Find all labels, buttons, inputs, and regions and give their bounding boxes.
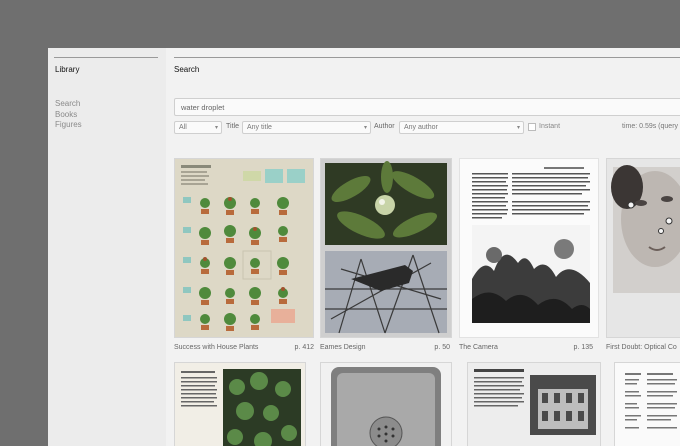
- title-select-value: Any title: [247, 124, 272, 131]
- sidebar-item-figures[interactable]: Figures: [55, 120, 82, 131]
- result-title[interactable]: The Camera: [459, 344, 498, 351]
- app-window: Library Search Books Figures Search All …: [48, 48, 680, 446]
- result-thumbnail[interactable]: [459, 158, 599, 338]
- main-panel: Search All ▾ Title Any title ▾ Author An…: [166, 48, 680, 446]
- result-thumbnail[interactable]: [320, 362, 452, 446]
- title-select[interactable]: Any title ▾: [242, 121, 371, 134]
- title-filter-label: Title: [226, 123, 239, 130]
- droplet-structure-image: [321, 159, 451, 337]
- chevron-down-icon: ▾: [516, 125, 520, 131]
- result-thumbnail[interactable]: [614, 362, 680, 446]
- result-card[interactable]: Eames Design p. 50: [320, 158, 460, 358]
- result-card[interactable]: [174, 362, 314, 446]
- chevron-down-icon: ▾: [214, 125, 218, 131]
- sidebar-nav: Search Books Figures: [55, 99, 82, 131]
- sidebar-item-search[interactable]: Search: [55, 99, 82, 110]
- type-select-value: All: [179, 124, 187, 131]
- search-input[interactable]: [174, 98, 680, 116]
- query-timing: time: 0.59s (query: [622, 123, 679, 130]
- camera-page-image: [460, 159, 598, 337]
- sidebar-divider: [54, 57, 158, 58]
- result-thumbnail[interactable]: [174, 362, 306, 446]
- type-select[interactable]: All ▾: [174, 121, 222, 134]
- result-page: p. 50: [434, 344, 450, 351]
- filter-bar: All ▾ Title Any title ▾ Author Any autho…: [174, 121, 680, 134]
- sidebar: Library Search Books Figures: [48, 48, 166, 446]
- page-title: Search: [174, 65, 200, 74]
- result-thumbnail[interactable]: [606, 158, 680, 338]
- main-divider: [174, 57, 680, 58]
- chevron-down-icon: ▾: [363, 125, 367, 131]
- result-thumbnail[interactable]: [467, 362, 601, 446]
- instant-label: Instant: [539, 123, 561, 130]
- result-page: p. 135: [573, 344, 593, 351]
- text-page-image: [615, 363, 680, 446]
- result-card[interactable]: [614, 362, 680, 446]
- architecture-page-image: [468, 363, 600, 446]
- leaf-page-image: [175, 363, 305, 446]
- results-grid: Success with House Plants p. 412 Eames D…: [174, 158, 680, 446]
- face-image: [607, 159, 680, 337]
- result-thumbnail[interactable]: [320, 158, 452, 338]
- result-thumbnail[interactable]: [174, 158, 314, 338]
- drain-image: [321, 363, 451, 446]
- author-select-value: Any author: [404, 124, 438, 131]
- result-title[interactable]: Eames Design: [320, 344, 366, 351]
- result-card[interactable]: The Camera p. 135: [459, 158, 599, 358]
- result-title[interactable]: Success with House Plants: [174, 344, 258, 351]
- author-select[interactable]: Any author ▾: [399, 121, 524, 134]
- sidebar-title: Library: [55, 65, 80, 74]
- result-page: p. 412: [294, 344, 314, 351]
- result-title[interactable]: First Doubt: Optical Co: [606, 344, 677, 351]
- result-card[interactable]: Success with House Plants p. 412: [174, 158, 314, 358]
- result-card[interactable]: [467, 362, 607, 446]
- plant-chart-image: [175, 159, 313, 337]
- instant-checkbox[interactable]: [528, 123, 536, 131]
- author-filter-label: Author: [374, 123, 395, 130]
- sidebar-item-books[interactable]: Books: [55, 110, 82, 121]
- result-card[interactable]: First Doubt: Optical Co: [606, 158, 680, 358]
- result-card[interactable]: [320, 362, 460, 446]
